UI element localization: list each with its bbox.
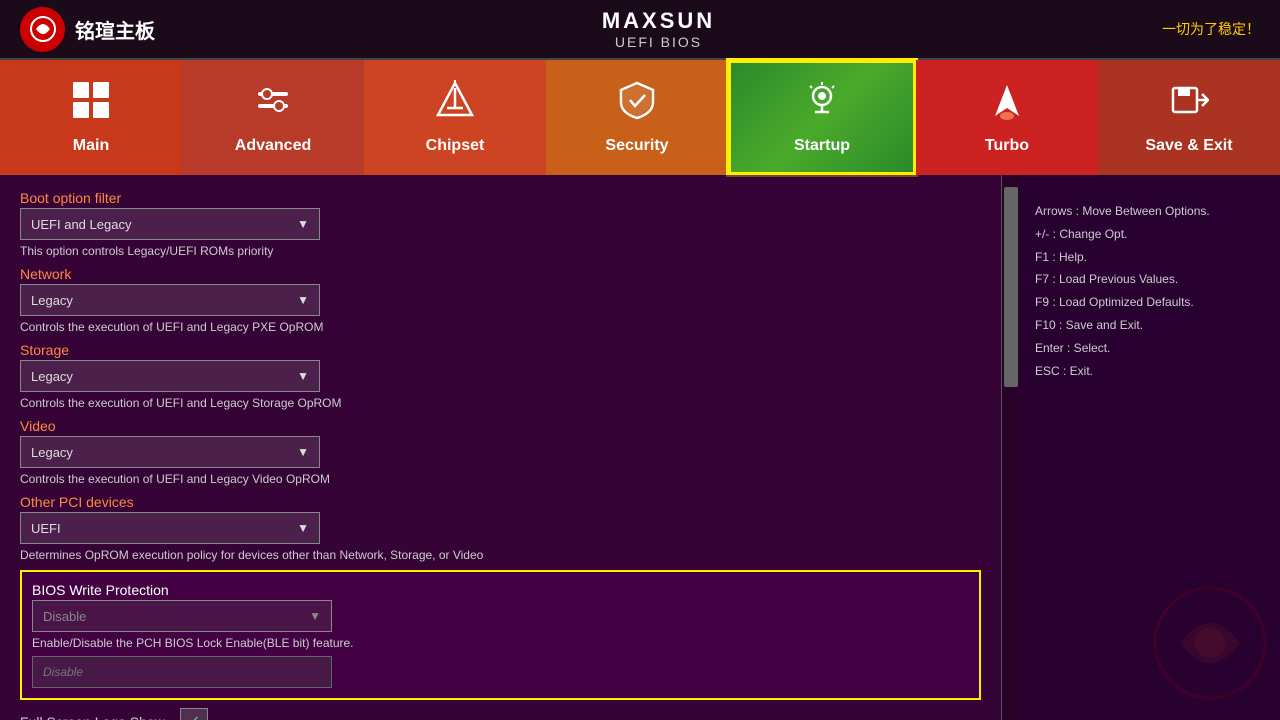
brand-logo	[20, 7, 65, 52]
bios-write-value: Disable	[43, 609, 86, 624]
boot-option-arrow: ▼	[297, 217, 309, 231]
bios-write-text-value: Disable	[43, 665, 83, 679]
other-pci-label: Other PCI devices	[20, 494, 981, 510]
tab-save-exit[interactable]: Save & Exit	[1098, 60, 1280, 175]
startup-icon	[802, 80, 842, 129]
main-icon	[71, 80, 111, 129]
tab-startup-label: Startup	[794, 137, 850, 155]
brand-text: 铭瑄主板	[75, 15, 155, 44]
main-panel: Boot option filter UEFI and Legacy ▼ Thi…	[0, 175, 1002, 720]
storage-dropdown[interactable]: Legacy ▼	[20, 360, 320, 392]
boot-option-desc: This option controls Legacy/UEFI ROMs pr…	[20, 244, 981, 258]
tab-security[interactable]: Security	[546, 60, 728, 175]
tab-security-label: Security	[605, 137, 668, 155]
help-line-1: +/- : Change Opt.	[1035, 223, 1265, 246]
other-pci-desc: Determines OpROM execution policy for de…	[20, 548, 981, 562]
boot-option-value: UEFI and Legacy	[31, 217, 131, 232]
help-line-2: F1 : Help.	[1035, 246, 1265, 269]
setting-boot-option-filter: Boot option filter UEFI and Legacy ▼ Thi…	[20, 190, 981, 258]
setting-other-pci: Other PCI devices UEFI ▼ Determines OpRO…	[20, 494, 981, 562]
uefi-label: UEFI BIOS	[155, 34, 1162, 50]
setting-video: Video Legacy ▼ Controls the execution of…	[20, 418, 981, 486]
help-content: Arrows : Move Between Options. +/- : Cha…	[1035, 200, 1265, 382]
video-desc: Controls the execution of UEFI and Legac…	[20, 472, 981, 486]
tab-chipset-label: Chipset	[426, 137, 485, 155]
setting-storage: Storage Legacy ▼ Controls the execution …	[20, 342, 981, 410]
setting-network: Network Legacy ▼ Controls the execution …	[20, 266, 981, 334]
bios-write-dropdown[interactable]: Disable ▼	[32, 600, 332, 632]
help-line-4: F9 : Load Optimized Defaults.	[1035, 291, 1265, 314]
video-arrow: ▼	[297, 445, 309, 459]
network-arrow: ▼	[297, 293, 309, 307]
help-line-3: F7 : Load Previous Values.	[1035, 268, 1265, 291]
other-pci-arrow: ▼	[297, 521, 309, 535]
storage-desc: Controls the execution of UEFI and Legac…	[20, 396, 981, 410]
bios-write-text-field: Disable	[32, 656, 332, 688]
bios-write-label: BIOS Write Protection	[32, 582, 969, 598]
header: 铭瑄主板 MAXSUN UEFI BIOS 一切为了稳定！	[0, 0, 1280, 60]
tab-save-exit-label: Save & Exit	[1145, 137, 1232, 155]
network-dropdown[interactable]: Legacy ▼	[20, 284, 320, 316]
chipset-icon	[435, 80, 475, 129]
logo-area: 铭瑄主板	[20, 7, 155, 52]
network-desc: Controls the execution of UEFI and Legac…	[20, 320, 981, 334]
scrollbar[interactable]	[1002, 175, 1020, 720]
storage-value: Legacy	[31, 369, 73, 384]
scroll-thumb	[1004, 187, 1018, 387]
video-dropdown[interactable]: Legacy ▼	[20, 436, 320, 468]
video-label: Video	[20, 418, 981, 434]
storage-label: Storage	[20, 342, 981, 358]
help-line-5: F10 : Save and Exit.	[1035, 314, 1265, 337]
help-line-7: ESC : Exit.	[1035, 360, 1265, 383]
full-screen-checkbox[interactable]: ✓	[180, 708, 208, 720]
right-panel: Arrows : Move Between Options. +/- : Cha…	[1020, 175, 1280, 720]
other-pci-dropdown[interactable]: UEFI ▼	[20, 512, 320, 544]
help-line-0: Arrows : Move Between Options.	[1035, 200, 1265, 223]
maxsun-label: MAXSUN	[155, 8, 1162, 34]
full-screen-label: Full Screen Logo Show	[20, 714, 165, 720]
advanced-icon	[253, 80, 293, 129]
slogan: 一切为了稳定！	[1162, 19, 1260, 39]
tab-advanced[interactable]: Advanced	[182, 60, 364, 175]
content-area: Boot option filter UEFI and Legacy ▼ Thi…	[0, 175, 1280, 720]
video-value: Legacy	[31, 445, 73, 460]
tab-chipset[interactable]: Chipset	[364, 60, 546, 175]
watermark	[1150, 583, 1270, 710]
center-brand: MAXSUN UEFI BIOS	[155, 8, 1162, 50]
boot-option-dropdown[interactable]: UEFI and Legacy ▼	[20, 208, 320, 240]
tab-turbo-label: Turbo	[985, 137, 1029, 155]
tab-main-label: Main	[73, 137, 109, 155]
full-screen-row: Full Screen Logo Show ✓	[20, 708, 981, 720]
security-icon	[617, 80, 657, 129]
storage-arrow: ▼	[297, 369, 309, 383]
network-value: Legacy	[31, 293, 73, 308]
tab-turbo[interactable]: Turbo	[916, 60, 1098, 175]
tab-advanced-label: Advanced	[235, 137, 311, 155]
help-line-6: Enter : Select.	[1035, 337, 1265, 360]
save-exit-icon	[1169, 80, 1209, 129]
bios-write-arrow: ▼	[309, 609, 321, 623]
tab-startup[interactable]: Startup	[728, 60, 916, 175]
check-icon: ✓	[187, 712, 200, 720]
other-pci-value: UEFI	[31, 521, 61, 536]
network-label: Network	[20, 266, 981, 282]
nav-tabs: Main Advanced Chipset	[0, 60, 1280, 175]
bios-write-protection-row: BIOS Write Protection Disable ▼ Enable/D…	[20, 570, 981, 700]
turbo-icon	[987, 80, 1027, 129]
tab-main[interactable]: Main	[0, 60, 182, 175]
boot-option-label: Boot option filter	[20, 190, 981, 206]
bios-write-desc: Enable/Disable the PCH BIOS Lock Enable(…	[32, 636, 969, 650]
